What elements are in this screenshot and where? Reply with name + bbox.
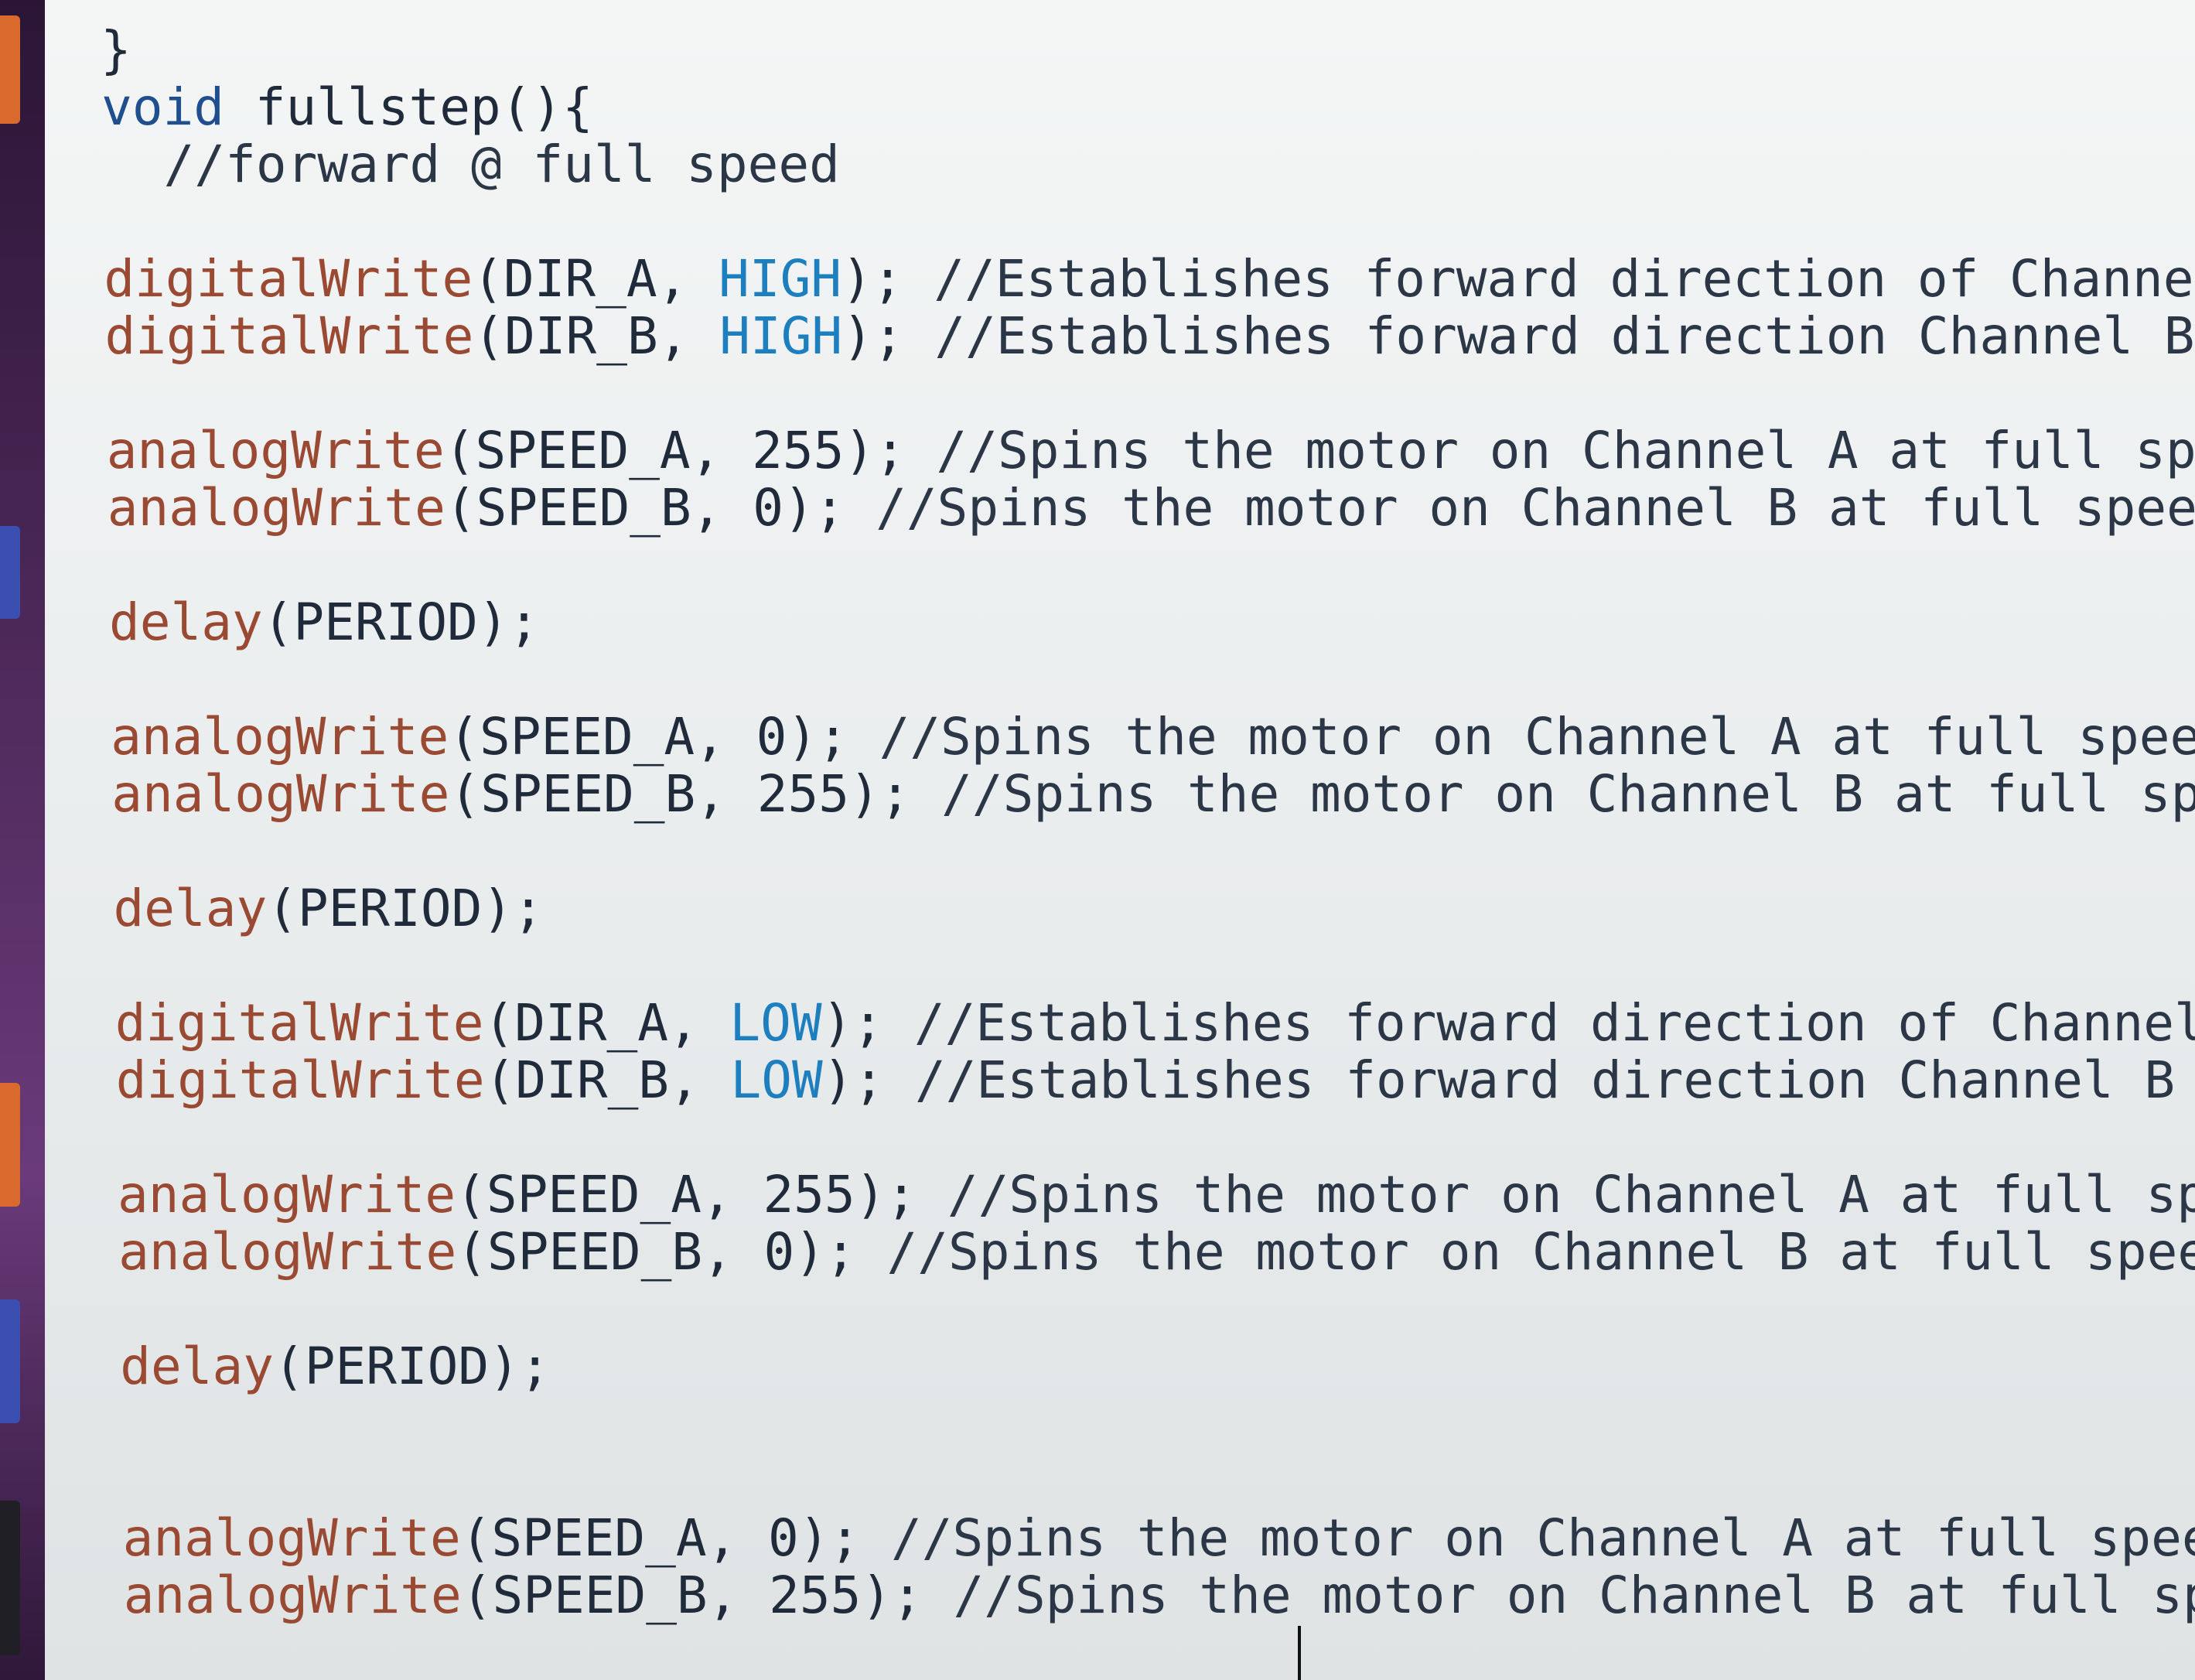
comment-token: //Spins the motor on Channel B at full s… <box>886 1222 2195 1282</box>
comment-token: //Spins the motor on Channel B at full s… <box>941 764 2195 824</box>
code-token: } <box>101 20 131 80</box>
blank-line[interactable] <box>45 823 2195 880</box>
comment-token: //Spins the motor on Channel A at full s… <box>879 707 2195 767</box>
blank-line[interactable] <box>45 193 2195 251</box>
edge-tab <box>0 526 20 619</box>
code-line[interactable]: digitalWrite(DIR_A, LOW); //Establishes … <box>45 995 2195 1052</box>
code-line[interactable]: analogWrite(SPEED_A, 0); //Spins the mot… <box>45 709 2195 766</box>
blank-line[interactable] <box>45 537 2195 594</box>
comment-token: //forward @ full speed <box>102 135 840 194</box>
constant-token: LOW <box>730 1050 823 1110</box>
code-line[interactable]: analogWrite(SPEED_B, 255); //Spins the m… <box>45 1567 2195 1624</box>
keyword-token: void <box>101 77 225 137</box>
code-token: (SPEED_A, 0); <box>460 1508 891 1568</box>
code-line[interactable]: analogWrite(SPEED_A, 255); //Spins the m… <box>45 1166 2195 1224</box>
function-token: digitalWrite <box>114 993 484 1053</box>
screen: } void fullstep(){ //forward @ full speed… <box>0 0 2195 1680</box>
function-token: delay <box>113 879 268 938</box>
code-line[interactable]: analogWrite(SPEED_A, 255); //Spins the m… <box>45 422 2195 480</box>
edge-tab <box>0 1083 20 1207</box>
code-line[interactable]: //forward @ full speed <box>45 136 2195 193</box>
blank-line[interactable] <box>45 365 2195 422</box>
edge-tab <box>0 1501 20 1655</box>
function-token: digitalWrite <box>104 306 474 366</box>
comment-token: //Spins the motor on Channel A at full s… <box>890 1508 2195 1568</box>
code-line[interactable]: void fullstep(){ <box>45 79 2195 136</box>
constant-token: HIGH <box>719 306 843 366</box>
function-token: analogWrite <box>107 478 445 538</box>
comment-token: //Establishes forward direction of Chann… <box>934 249 2195 309</box>
comment-token: //Establishes forward direction Channel … <box>934 306 2195 366</box>
blank-line[interactable] <box>45 1281 2195 1338</box>
code-token: (PERIOD); <box>273 1337 551 1396</box>
constant-token: HIGH <box>719 249 842 309</box>
blank-line[interactable] <box>45 1453 2195 1510</box>
code-token: (DIR_B, <box>473 306 720 366</box>
code-token: (PERIOD); <box>262 592 540 652</box>
code-token: ); <box>821 993 914 1053</box>
function-token: digitalWrite <box>115 1050 485 1110</box>
code-token: (DIR_A, <box>483 993 730 1053</box>
function-token: analogWrite <box>118 1222 457 1282</box>
text-cursor-icon <box>1298 1626 1309 1680</box>
blank-line[interactable] <box>45 1109 2195 1166</box>
code-token: (SPEED_A, 255); <box>456 1165 947 1224</box>
blank-line[interactable] <box>45 1624 2195 1680</box>
code-editor[interactable]: } void fullstep(){ //forward @ full speed… <box>45 0 2195 1680</box>
code-line[interactable]: delay(PERIOD); <box>45 880 2195 937</box>
function-token: analogWrite <box>122 1508 461 1568</box>
blank-line[interactable] <box>45 937 2195 995</box>
code-token: (SPEED_B, 0); <box>445 478 876 538</box>
function-token: delay <box>109 592 263 652</box>
code-token: (DIR_B, <box>484 1050 731 1110</box>
function-token: analogWrite <box>123 1566 462 1625</box>
function-token: digitalWrite <box>104 249 473 309</box>
blank-line[interactable] <box>45 651 2195 709</box>
comment-token: //Spins the motor on Channel A at full s… <box>947 1165 2195 1224</box>
code-token: (PERIOD); <box>267 879 544 938</box>
code-token: fullstep(){ <box>224 77 593 137</box>
edge-tab <box>0 15 20 124</box>
function-token: analogWrite <box>111 764 450 824</box>
comment-token: //Spins the motor on Channel B at full s… <box>953 1566 2195 1625</box>
code-token: (SPEED_A, 0); <box>449 707 879 767</box>
code-line[interactable]: digitalWrite(DIR_B, LOW); //Establishes … <box>45 1052 2195 1109</box>
function-token: analogWrite <box>118 1165 456 1224</box>
code-area[interactable]: } void fullstep(){ //forward @ full speed… <box>45 22 2195 1680</box>
function-token: analogWrite <box>106 421 445 480</box>
code-line[interactable]: } <box>45 22 2195 79</box>
code-token: ); <box>822 1050 915 1110</box>
code-token: (SPEED_A, 255); <box>444 421 937 480</box>
code-line[interactable]: analogWrite(SPEED_A, 0); //Spins the mot… <box>45 1510 2195 1567</box>
comment-token: //Establishes forward direction Channel … <box>914 1050 2176 1110</box>
code-line[interactable]: digitalWrite(DIR_A, HIGH); //Establishes… <box>45 251 2195 308</box>
code-line[interactable]: analogWrite(SPEED_B, 255); //Spins the m… <box>45 766 2195 823</box>
code-line[interactable]: delay(PERIOD); <box>45 1338 2195 1395</box>
comment-token: //Establishes forward direction of Chann… <box>913 993 2195 1053</box>
code-token: ); <box>842 306 935 366</box>
code-token: ); <box>841 249 934 309</box>
function-token: analogWrite <box>111 707 449 767</box>
code-line[interactable]: digitalWrite(DIR_B, HIGH); //Establishes… <box>45 308 2195 365</box>
window-edge-strip <box>0 0 45 1680</box>
constant-token: LOW <box>729 993 822 1053</box>
code-token: (SPEED_B, 0); <box>456 1222 887 1282</box>
code-token: (DIR_A, <box>473 249 719 309</box>
function-token: delay <box>120 1337 274 1396</box>
code-line[interactable]: analogWrite(SPEED_B, 0); //Spins the mot… <box>45 480 2195 537</box>
code-line[interactable]: analogWrite(SPEED_B, 0); //Spins the mot… <box>45 1224 2195 1281</box>
code-line[interactable]: delay(PERIOD); <box>45 594 2195 651</box>
code-token: (SPEED_B, 255); <box>461 1566 954 1625</box>
comment-token: //Spins the motor on Channel A at full s… <box>936 421 2195 480</box>
comment-token: //Spins the motor on Channel B at full s… <box>876 478 2195 538</box>
edge-tab <box>0 1299 20 1423</box>
blank-line[interactable] <box>45 1395 2195 1453</box>
code-token: (SPEED_B, 255); <box>449 764 942 824</box>
